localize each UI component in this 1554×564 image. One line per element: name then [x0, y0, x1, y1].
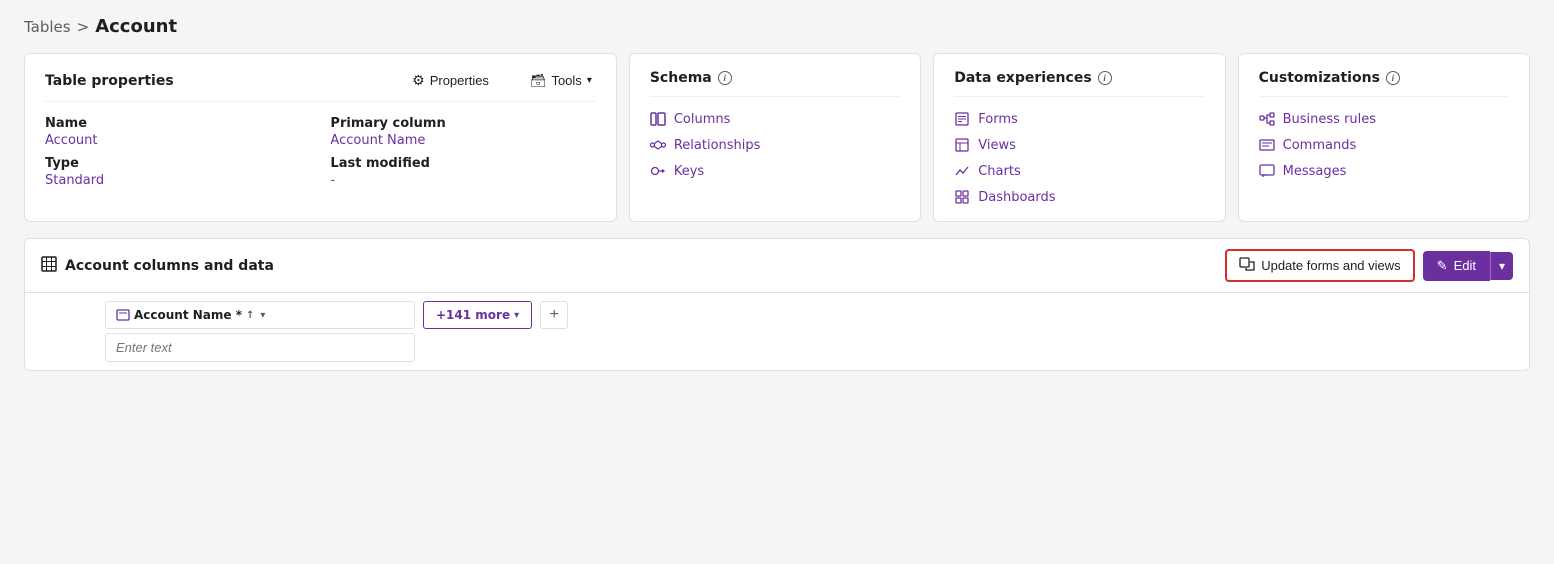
- name-prop: Name Account: [45, 116, 310, 148]
- commands-icon: [1259, 137, 1275, 153]
- last-modified-prop: Last modified -: [330, 156, 595, 188]
- business-rules-link[interactable]: Business rules: [1259, 111, 1509, 127]
- update-forms-icon: [1239, 257, 1255, 274]
- data-exp-info-icon: i: [1098, 71, 1112, 85]
- tools-button[interactable]: 🗃 Tools ▾: [526, 71, 596, 91]
- messages-icon: [1259, 163, 1275, 179]
- bottom-actions: Update forms and views ✎ Edit ▾: [1225, 249, 1513, 282]
- table-props-header: Table properties ⚙ Properties 🗃 Tools ▾: [45, 70, 596, 102]
- data-experiences-card: Data experiences i Forms Views: [933, 53, 1225, 222]
- table-row: [25, 333, 1529, 362]
- schema-items: Columns Relationships Keys: [650, 111, 900, 179]
- name-value[interactable]: Account: [45, 133, 310, 148]
- properties-button[interactable]: ⚙ Properties: [408, 70, 493, 91]
- edit-chevron-button[interactable]: ▾: [1490, 252, 1513, 280]
- customizations-card: Customizations i Business rules Commands: [1238, 53, 1530, 222]
- keys-icon: [650, 163, 666, 179]
- bottom-header: Account columns and data Update forms an…: [25, 239, 1529, 293]
- edit-chevron-down-icon: ▾: [1499, 259, 1505, 273]
- enter-text-input[interactable]: [105, 333, 415, 362]
- schema-columns-link[interactable]: Columns: [650, 111, 900, 127]
- customizations-info-icon: i: [1386, 71, 1400, 85]
- schema-card: Schema i Columns Relationships: [629, 53, 921, 222]
- more-columns-button[interactable]: +141 more ▾: [423, 301, 532, 329]
- messages-link[interactable]: Messages: [1259, 163, 1509, 179]
- charts-icon: [954, 163, 970, 179]
- edit-button-group: ✎ Edit ▾: [1423, 251, 1513, 281]
- data-exp-header: Data experiences i: [954, 70, 1204, 97]
- commands-link[interactable]: Commands: [1259, 137, 1509, 153]
- gear-icon: ⚙: [412, 72, 425, 89]
- forms-link[interactable]: Forms: [954, 111, 1204, 127]
- table-grid-icon: [41, 256, 57, 276]
- name-label: Name: [45, 116, 310, 131]
- customizations-items: Business rules Commands Messages: [1259, 111, 1509, 179]
- tools-icon: 🗃: [530, 73, 547, 89]
- type-label: Type: [45, 156, 310, 171]
- relationships-icon: [650, 137, 666, 153]
- last-modified-value: -: [330, 173, 595, 188]
- dashboards-icon: [954, 189, 970, 205]
- data-table-area: Account Name * ↑ ▾ +141 more ▾ +: [25, 293, 1529, 370]
- customizations-title: Customizations i: [1259, 70, 1400, 86]
- primary-col-value[interactable]: Account Name: [330, 133, 595, 148]
- col-header-chevron-icon: ▾: [260, 310, 265, 321]
- type-value[interactable]: Standard: [45, 173, 310, 188]
- charts-link[interactable]: Charts: [954, 163, 1204, 179]
- last-modified-label: Last modified: [330, 156, 595, 171]
- schema-header: Schema i: [650, 70, 900, 97]
- top-cards-row: Table properties ⚙ Properties 🗃 Tools ▾: [24, 53, 1530, 222]
- add-column-button[interactable]: +: [540, 301, 568, 329]
- columns-icon: [650, 111, 666, 127]
- breadcrumb-parent[interactable]: Tables: [24, 18, 71, 36]
- schema-keys-link[interactable]: Keys: [650, 163, 900, 179]
- bottom-section-title: Account columns and data: [41, 256, 274, 276]
- schema-title: Schema i: [650, 70, 732, 86]
- edit-main-button[interactable]: ✎ Edit: [1423, 251, 1490, 281]
- update-forms-button[interactable]: Update forms and views: [1225, 249, 1414, 282]
- table-properties-card: Table properties ⚙ Properties 🗃 Tools ▾: [24, 53, 617, 222]
- data-exp-items: Forms Views Charts: [954, 111, 1204, 205]
- data-table-header-row: Account Name * ↑ ▾ +141 more ▾ +: [25, 301, 1529, 329]
- data-exp-title: Data experiences i: [954, 70, 1111, 86]
- breadcrumb: Tables > Account: [24, 16, 1530, 37]
- breadcrumb-current: Account: [95, 16, 177, 37]
- sort-asc-icon: ↑: [246, 310, 254, 321]
- schema-info-icon: i: [718, 71, 732, 85]
- business-rules-icon: [1259, 111, 1275, 127]
- dashboards-link[interactable]: Dashboards: [954, 189, 1204, 205]
- chevron-down-icon: ▾: [587, 75, 592, 86]
- type-prop: Type Standard: [45, 156, 310, 188]
- primary-col-label: Primary column: [330, 116, 595, 131]
- more-columns-chevron-icon: ▾: [514, 310, 519, 321]
- schema-relationships-link[interactable]: Relationships: [650, 137, 900, 153]
- bottom-section: Account columns and data Update forms an…: [24, 238, 1530, 371]
- table-props-title: Table properties: [45, 73, 174, 89]
- forms-icon: [954, 111, 970, 127]
- breadcrumb-separator: >: [77, 18, 90, 36]
- views-icon: [954, 137, 970, 153]
- account-name-column-header[interactable]: Account Name * ↑ ▾: [105, 301, 415, 329]
- customizations-header: Customizations i: [1259, 70, 1509, 97]
- table-props-actions: ⚙ Properties 🗃 Tools ▾: [408, 70, 596, 91]
- primary-col-prop: Primary column Account Name: [330, 116, 595, 148]
- views-link[interactable]: Views: [954, 137, 1204, 153]
- table-props-grid: Name Account Primary column Account Name…: [45, 116, 596, 188]
- edit-pencil-icon: ✎: [1437, 258, 1448, 274]
